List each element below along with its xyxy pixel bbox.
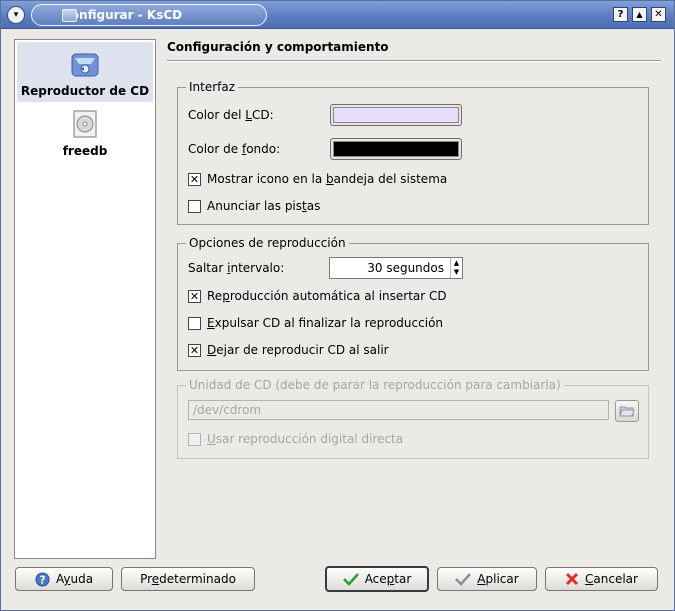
button-label: Aceptar — [364, 572, 412, 586]
question-icon: ? — [617, 8, 624, 20]
cancel-icon — [565, 572, 579, 586]
sidebar-item-freedb[interactable]: freedb — [17, 102, 153, 162]
button-label: Predeterminado — [140, 572, 236, 586]
page-list: Reproductor de CD freedb — [14, 39, 156, 559]
checkbox-box[interactable] — [188, 316, 201, 330]
button-label: Ayuda — [55, 572, 94, 586]
page-title: Configuración y comportamiento — [167, 40, 389, 54]
help-icon: ? — [35, 571, 50, 587]
svg-text:?: ? — [39, 574, 45, 586]
checkbox-label: Dejar de reproducir CD al salir — [207, 343, 389, 357]
keep-above-button[interactable]: ▲ — [632, 7, 647, 22]
apply-button[interactable]: Aplicar — [437, 567, 537, 591]
window-title-pill: Configurar - KsCD — [31, 4, 267, 26]
chevron-down-icon: ▾ — [13, 9, 19, 20]
checkbox-box[interactable] — [188, 199, 201, 213]
checkbox-label: Reproducción automática al insertar CD — [207, 289, 447, 303]
checkbox-label: Mostrar icono en la bandeja del sistema — [207, 172, 448, 186]
lcd-color-label: Color del LCD: — [188, 108, 274, 122]
freedb-icon — [73, 110, 97, 138]
checkbox-box[interactable] — [188, 432, 201, 446]
arrow-up-icon[interactable]: ▲ — [454, 259, 459, 268]
skip-interval-label: Saltar intervalo: — [188, 261, 285, 275]
bg-color-button[interactable] — [330, 138, 462, 160]
checkbox-label: Usar reproducción digital directa — [207, 432, 404, 446]
group-title: Unidad de CD (debe de parar la reproducc… — [186, 378, 564, 392]
skip-interval-value: 30 segundos — [367, 261, 444, 275]
button-label: Cancelar — [585, 572, 638, 586]
group-title: Opciones de reproducción — [186, 236, 349, 250]
checkbox-box[interactable]: ✕ — [188, 343, 201, 357]
bg-color-swatch — [333, 141, 459, 157]
sidebar-item-label: freedb — [62, 144, 108, 158]
sidebar-item-label: Reproductor de CD — [20, 84, 150, 98]
dialog-window: ▾ Configurar - KsCD ? ▲ ✕ Reproductor de… — [0, 0, 675, 611]
window-title: Configurar - KsCD — [62, 8, 183, 22]
window-controls: ? ▲ ✕ — [613, 7, 666, 22]
ok-button[interactable]: Aceptar — [325, 566, 429, 592]
arrow-down-icon[interactable]: ▼ — [454, 268, 459, 277]
tray-icon-checkbox[interactable]: ✕ Mostrar icono en la bandeja del sistem… — [188, 172, 447, 186]
cd-player-icon — [71, 53, 99, 77]
skip-interval-spinbox[interactable]: 30 segundos ▲ ▼ — [329, 257, 463, 279]
cd-device-path-input[interactable]: /dev/cdrom — [188, 400, 609, 420]
checkbox-box[interactable]: ✕ — [188, 289, 201, 303]
eject-checkbox[interactable]: Expulsar CD al finalizar la reproducción — [188, 316, 443, 330]
help-window-button[interactable]: ? — [613, 7, 628, 22]
checkbox-box[interactable]: ✕ — [188, 172, 201, 186]
interface-group: Interfaz Color del LCD: Color de fondo: … — [177, 80, 649, 225]
digital-playback-checkbox[interactable]: Usar reproducción digital directa — [188, 432, 403, 446]
group-title: Interfaz — [186, 80, 239, 94]
cancel-button[interactable]: Cancelar — [545, 567, 658, 591]
spin-arrows[interactable]: ▲ ▼ — [450, 258, 462, 278]
checkmark-icon — [342, 573, 359, 586]
defaults-button[interactable]: Predeterminado — [121, 567, 255, 591]
kscd-app-icon — [62, 9, 77, 22]
cd-device-group: Unidad de CD (debe de parar la reproducc… — [177, 378, 649, 459]
window-menu-button[interactable]: ▾ — [7, 6, 25, 24]
sidebar-item-cd-player[interactable]: Reproductor de CD — [17, 42, 153, 102]
help-button[interactable]: ? Ayuda — [15, 567, 113, 591]
browse-folder-button[interactable] — [615, 400, 639, 422]
lcd-color-swatch — [333, 107, 459, 123]
announce-tracks-checkbox[interactable]: Anunciar las pistas — [188, 199, 320, 213]
close-window-button[interactable]: ✕ — [651, 7, 666, 22]
title-divider — [167, 60, 661, 62]
stop-on-exit-checkbox[interactable]: ✕ Dejar de reproducir CD al salir — [188, 343, 389, 357]
playback-group: Opciones de reproducción Saltar interval… — [177, 236, 649, 371]
checkbox-label: Expulsar CD al finalizar la reproducción — [207, 316, 444, 330]
bg-color-label: Color de fondo: — [188, 142, 281, 156]
autoplay-checkbox[interactable]: ✕ Reproducción automática al insertar CD — [188, 289, 447, 303]
checkbox-label: Anunciar las pistas — [207, 199, 321, 213]
arrow-up-icon: ▲ — [636, 9, 643, 19]
apply-checkmark-icon — [455, 573, 472, 586]
title-bar[interactable]: ▾ Configurar - KsCD ? ▲ ✕ — [1, 1, 674, 29]
folder-open-icon — [619, 406, 635, 417]
button-label: Aplicar — [477, 572, 519, 586]
close-icon: ✕ — [654, 8, 663, 20]
lcd-color-button[interactable] — [330, 104, 462, 126]
